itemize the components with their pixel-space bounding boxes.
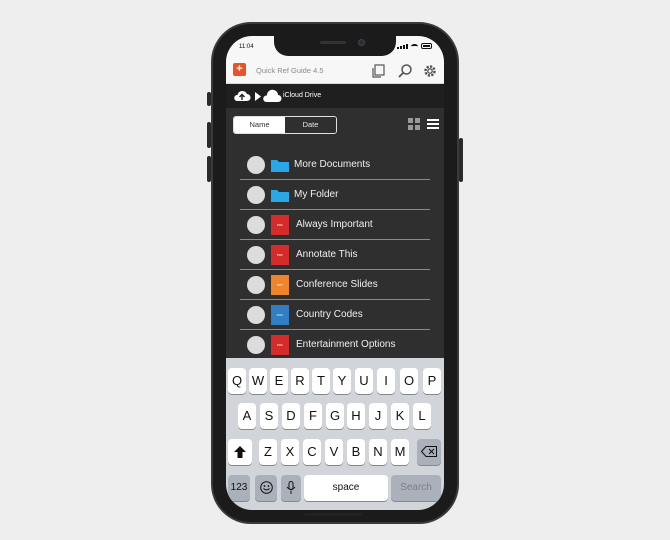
- space-key[interactable]: space: [304, 475, 388, 501]
- pdf-file-icon: PDF: [271, 335, 289, 355]
- search-key[interactable]: Search: [391, 475, 441, 501]
- emoji-icon: [259, 481, 273, 494]
- battery-icon: [421, 43, 432, 49]
- app-logo-icon[interactable]: +: [233, 63, 246, 76]
- volume-up-button: [207, 122, 211, 148]
- key-m[interactable]: M: [391, 439, 409, 465]
- microphone-icon: [286, 481, 296, 494]
- key-u[interactable]: U: [355, 368, 373, 394]
- file-name: More Documents: [294, 159, 371, 170]
- cellular-signal-icon: [397, 44, 408, 49]
- list-item[interactable]: My Folder: [240, 180, 430, 210]
- key-s[interactable]: S: [260, 403, 278, 429]
- cloud-upload-icon[interactable]: [233, 89, 251, 103]
- list-item[interactable]: More Documents: [240, 150, 430, 180]
- key-g[interactable]: G: [326, 403, 344, 429]
- status-icons: [397, 43, 432, 49]
- pdf-file-icon: PDF: [271, 245, 289, 265]
- sort-segmented-control: Name Date: [233, 116, 337, 134]
- key-e[interactable]: E: [270, 368, 288, 394]
- notch: [274, 36, 396, 56]
- view-toggle: [408, 118, 439, 130]
- select-radio[interactable]: [247, 246, 265, 264]
- key-l[interactable]: L: [413, 403, 431, 429]
- key-v[interactable]: V: [325, 439, 343, 465]
- key-o[interactable]: O: [400, 368, 418, 394]
- list-item[interactable]: PPT Conference Slides: [240, 270, 430, 300]
- key-x[interactable]: X: [281, 439, 299, 465]
- power-button: [459, 138, 463, 182]
- select-radio[interactable]: [247, 156, 265, 174]
- copy-icon[interactable]: [370, 63, 386, 79]
- select-radio[interactable]: [247, 186, 265, 204]
- on-screen-keyboard: Q W E R T Y U I O P A S D F G H J K L Z …: [226, 358, 444, 510]
- earpiece-speaker: [320, 41, 346, 44]
- select-radio[interactable]: [247, 306, 265, 324]
- key-r[interactable]: R: [291, 368, 309, 394]
- breadcrumb: iCloud Drive: [226, 84, 444, 108]
- key-k[interactable]: K: [391, 403, 409, 429]
- key-t[interactable]: T: [312, 368, 330, 394]
- select-radio[interactable]: [247, 336, 265, 354]
- breadcrumb-separator-icon: [255, 92, 261, 101]
- mute-switch: [207, 92, 211, 106]
- key-h[interactable]: H: [347, 403, 365, 429]
- file-list: More Documents My Folder PDF Always Impo…: [240, 150, 430, 360]
- app-toolbar: + Quick Ref Guide 4.5: [226, 58, 444, 84]
- key-y[interactable]: Y: [333, 368, 351, 394]
- doc-file-icon: DOC: [271, 305, 289, 325]
- key-q[interactable]: Q: [228, 368, 246, 394]
- search-icon[interactable]: [397, 63, 413, 79]
- select-radio[interactable]: [247, 216, 265, 234]
- emoji-key[interactable]: [255, 475, 277, 501]
- shift-key[interactable]: [228, 439, 252, 465]
- key-a[interactable]: A: [238, 403, 256, 429]
- list-view-icon[interactable]: [427, 118, 439, 130]
- dictation-key[interactable]: [281, 475, 301, 501]
- sort-by-name-button[interactable]: Name: [234, 117, 285, 133]
- select-radio[interactable]: [247, 276, 265, 294]
- backspace-icon: [420, 446, 437, 457]
- grid-view-icon[interactable]: [408, 118, 420, 130]
- key-z[interactable]: Z: [259, 439, 277, 465]
- pdf-file-icon: PDF: [271, 215, 289, 235]
- status-time: 11:04: [239, 44, 254, 50]
- app-title: Quick Ref Guide 4.5: [256, 66, 324, 75]
- file-name: Country Codes: [296, 309, 363, 320]
- icloud-icon[interactable]: [262, 89, 282, 103]
- list-item[interactable]: PDF Always Important: [240, 210, 430, 240]
- gear-icon[interactable]: [422, 63, 438, 79]
- ppt-file-icon: PPT: [271, 275, 289, 295]
- list-item[interactable]: PDF Annotate This: [240, 240, 430, 270]
- key-d[interactable]: D: [282, 403, 300, 429]
- key-i[interactable]: I: [377, 368, 395, 394]
- key-p[interactable]: P: [423, 368, 441, 394]
- key-f[interactable]: F: [304, 403, 322, 429]
- folder-icon: [271, 190, 289, 202]
- backspace-key[interactable]: [417, 439, 441, 465]
- volume-down-button: [207, 156, 211, 182]
- key-w[interactable]: W: [249, 368, 267, 394]
- file-name: Entertainment Options: [296, 339, 396, 350]
- key-j[interactable]: J: [369, 403, 387, 429]
- numbers-key[interactable]: 123: [228, 475, 250, 501]
- list-item[interactable]: DOC Country Codes: [240, 300, 430, 330]
- home-indicator[interactable]: [304, 513, 362, 516]
- sort-by-date-button[interactable]: Date: [285, 117, 336, 133]
- list-item[interactable]: PDF Entertainment Options: [240, 330, 430, 360]
- file-name: My Folder: [294, 189, 339, 200]
- key-c[interactable]: C: [303, 439, 321, 465]
- file-name: Annotate This: [296, 249, 358, 260]
- shift-arrow-icon: [234, 446, 246, 458]
- wifi-icon: [411, 44, 418, 49]
- file-name: Always Important: [296, 219, 373, 230]
- phone-screen: 11:04 + Quick Ref Guide 4.5 iCloud Drive…: [226, 36, 444, 510]
- front-camera: [358, 39, 365, 46]
- key-b[interactable]: B: [347, 439, 365, 465]
- breadcrumb-current[interactable]: iCloud Drive: [283, 92, 321, 99]
- file-name: Conference Slides: [296, 279, 378, 290]
- key-n[interactable]: N: [369, 439, 387, 465]
- folder-icon: [271, 160, 289, 172]
